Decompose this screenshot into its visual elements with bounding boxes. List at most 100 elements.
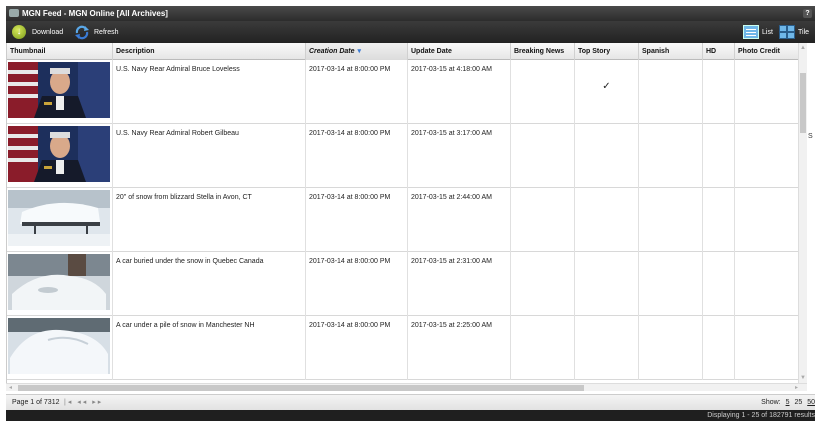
update-date-cell: 2017-03-15 at 2:25:00 AM	[408, 316, 511, 380]
status-bar: Displaying 1 - 25 of 182791 results	[6, 410, 815, 421]
grid-header: Thumbnail Description Creation Date ▾ Upd…	[7, 43, 798, 60]
column-header-description[interactable]: Description	[113, 43, 306, 60]
top-story-cell	[575, 188, 639, 252]
feed-grid: Thumbnail Description Creation Date ▾ Upd…	[6, 43, 798, 383]
photo-credit-cell	[735, 60, 798, 124]
thumbnail-image[interactable]	[8, 62, 110, 118]
column-header-creation-date[interactable]: Creation Date ▾	[306, 43, 408, 60]
page-size-selector: Show: 5 25 50	[761, 395, 815, 411]
creation-date-cell: 2017-03-14 at 8:00:00 PM	[306, 124, 408, 188]
show-label: Show:	[761, 399, 781, 406]
scroll-down-icon[interactable]: ▼	[800, 375, 806, 381]
title-bar: MGN Feed - MGN Online [All Archives] ?	[6, 6, 815, 21]
refresh-label: Refresh	[94, 28, 119, 36]
breaking-news-cell	[511, 124, 575, 188]
column-header-hd[interactable]: HD	[703, 43, 735, 60]
page-size-option[interactable]: 25	[794, 399, 802, 406]
spanish-cell	[639, 316, 703, 380]
column-header-photo-credit[interactable]: Photo Credit	[735, 43, 798, 60]
column-header-breaking-news[interactable]: Breaking News	[511, 43, 575, 60]
pager-bar: Page 1 of 7312 |◂ ◂◂ ▸▸ Show: 5 25 50	[6, 394, 815, 410]
column-header-top-story[interactable]: Top Story	[575, 43, 639, 60]
thumbnail-image[interactable]	[8, 190, 110, 246]
thumbnail-image[interactable]	[8, 254, 110, 310]
first-page-icon[interactable]: |◂	[64, 399, 73, 406]
photo-credit-cell	[735, 124, 798, 188]
scroll-right-icon[interactable]: ▸	[795, 384, 798, 392]
next-page-icon[interactable]: ▸▸	[92, 399, 103, 406]
description-cell: A car under a pile of snow in Manchester…	[113, 316, 306, 380]
update-date-cell: 2017-03-15 at 3:17:00 AM	[408, 124, 511, 188]
download-button[interactable]: ↓ Download	[12, 21, 63, 43]
prev-page-icon[interactable]: ◂◂	[77, 399, 88, 406]
scroll-up-icon[interactable]: ▲	[800, 45, 806, 51]
window-title: MGN Feed - MGN Online [All Archives]	[22, 9, 168, 18]
table-row[interactable]: A car under a pile of snow in Manchester…	[7, 316, 798, 380]
breaking-news-cell	[511, 252, 575, 316]
column-header-thumbnail[interactable]: Thumbnail	[7, 43, 113, 60]
update-date-cell: 2017-03-15 at 4:18:00 AM	[408, 60, 511, 124]
top-story-cell	[575, 124, 639, 188]
thumbnail-cell	[7, 252, 113, 316]
thumbnail-cell	[7, 188, 113, 252]
top-story-cell	[575, 252, 639, 316]
table-row[interactable]: 20" of snow from blizzard Stella in Avon…	[7, 188, 798, 252]
thumbnail-cell	[7, 124, 113, 188]
download-icon: ↓	[12, 25, 26, 39]
spanish-cell	[639, 252, 703, 316]
spanish-cell	[639, 60, 703, 124]
refresh-button[interactable]: Refresh	[74, 21, 119, 43]
toolbar: ↓ Download Refresh List Tile	[6, 21, 815, 43]
tile-label: Tile	[798, 28, 810, 36]
tile-icon	[779, 25, 795, 39]
pager-nav: |◂ ◂◂ ▸▸	[64, 395, 103, 411]
description-cell: U.S. Navy Rear Admiral Bruce Loveless	[113, 60, 306, 124]
download-label: Download	[32, 28, 64, 36]
table-row[interactable]: U.S. Navy Rear Admiral Bruce Loveless 201…	[7, 60, 798, 124]
thumbnail-cell	[7, 316, 113, 380]
page-size-option[interactable]: 50	[807, 399, 815, 406]
sort-desc-icon: ▾	[357, 48, 362, 55]
description-cell: U.S. Navy Rear Admiral Robert Gilbeau	[113, 124, 306, 188]
refresh-icon	[75, 25, 89, 40]
help-button[interactable]: ?	[803, 9, 812, 18]
horizontal-scroll-thumb[interactable]	[18, 385, 584, 391]
scroll-left-icon[interactable]: ◂	[9, 384, 12, 392]
horizontal-scrollbar[interactable]: ◂ ▸	[6, 383, 807, 391]
thumbnail-image[interactable]	[8, 318, 110, 374]
hd-cell	[703, 124, 735, 188]
photo-credit-cell	[735, 188, 798, 252]
thumbnail-image[interactable]	[8, 126, 110, 182]
update-date-cell: 2017-03-15 at 2:44:00 AM	[408, 188, 511, 252]
table-row[interactable]: A car buried under the snow in Quebec Ca…	[7, 252, 798, 316]
checkmark-icon: ✓	[602, 81, 611, 92]
photo-credit-cell	[735, 316, 798, 380]
spanish-cell	[639, 124, 703, 188]
vertical-scroll-thumb[interactable]	[800, 73, 806, 133]
column-header-update-date[interactable]: Update Date	[408, 43, 511, 60]
tile-view-button[interactable]: Tile	[779, 24, 809, 40]
photo-credit-cell	[735, 252, 798, 316]
creation-date-cell: 2017-03-14 at 8:00:00 PM	[306, 188, 408, 252]
update-date-cell: 2017-03-15 at 2:31:00 AM	[408, 252, 511, 316]
list-view-button[interactable]: List	[743, 24, 773, 40]
page-indicator: Page 1 of 7312	[12, 399, 60, 406]
mgn-feed-window: MGN Feed - MGN Online [All Archives] ? ↓…	[6, 6, 815, 421]
status-text: Displaying 1 - 25 of 182791 results	[707, 412, 815, 419]
breaking-news-cell	[511, 188, 575, 252]
creation-date-cell: 2017-03-14 at 8:00:00 PM	[306, 252, 408, 316]
creation-date-header-label: Creation Date	[309, 48, 355, 55]
side-panel-edge: S	[807, 43, 815, 143]
table-row[interactable]: U.S. Navy Rear Admiral Robert Gilbeau 201…	[7, 124, 798, 188]
hd-cell	[703, 316, 735, 380]
list-label: List	[762, 28, 773, 36]
app-icon	[9, 9, 19, 17]
column-header-spanish[interactable]: Spanish	[639, 43, 703, 60]
spanish-cell	[639, 188, 703, 252]
page-size-option[interactable]: 5	[786, 399, 790, 406]
vertical-scrollbar[interactable]: ▲ ▼	[798, 43, 807, 383]
list-icon	[743, 25, 759, 39]
hd-cell	[703, 188, 735, 252]
side-panel-text: S	[808, 133, 813, 140]
hd-cell	[703, 60, 735, 124]
